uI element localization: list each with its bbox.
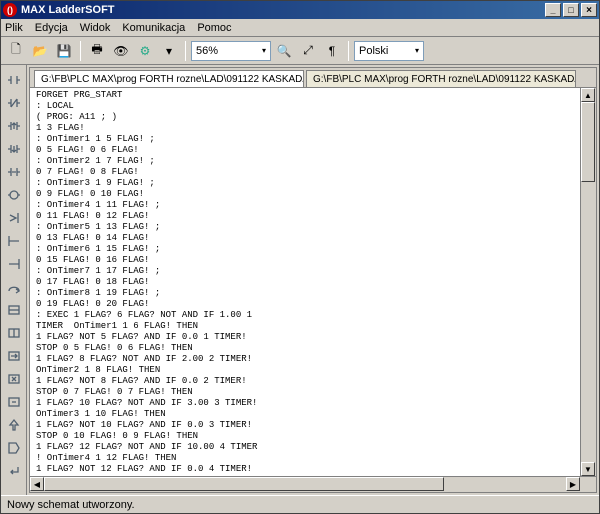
marker-button[interactable]: ¶ (321, 40, 343, 62)
tab-inactive[interactable]: G:\FB\PLC MAX\prog FORTH rozne\LAD\09112… (306, 70, 576, 87)
tool-contact-rise[interactable] (3, 115, 25, 137)
preview-button[interactable]: 👁 (110, 40, 132, 62)
tool-label[interactable] (3, 437, 25, 459)
gear-icon: ⚙ (140, 44, 151, 58)
open-button[interactable]: 📂 (29, 40, 51, 62)
preview-icon: 👁 (113, 44, 128, 58)
dropdown-button[interactable]: ▾ (158, 40, 180, 62)
tool-branch-open[interactable] (3, 230, 25, 252)
scroll-down-button[interactable]: ▼ (581, 462, 595, 476)
menu-view[interactable]: Widok (80, 22, 111, 34)
titlebar: () MAX LadderSOFT _ □ × (1, 1, 599, 19)
tool-shift[interactable] (3, 414, 25, 436)
zoom-fit-button[interactable]: ⤢ (297, 40, 319, 62)
menubar: Plik Edycja Widok Komunikacja Pomoc (1, 19, 599, 37)
settings-button[interactable]: ⚙ (134, 40, 156, 62)
ladder-toolbar (1, 65, 27, 495)
minimize-button[interactable]: _ (545, 3, 561, 17)
separator (348, 41, 349, 61)
tool-logic[interactable] (3, 391, 25, 413)
tool-jump[interactable] (3, 276, 25, 298)
app-icon: () (3, 3, 17, 17)
menu-comm[interactable]: Komunikacja (122, 22, 185, 34)
maximize-button[interactable]: □ (563, 3, 579, 17)
tool-contact-pulse[interactable] (3, 161, 25, 183)
status-text: Nowy schemat utworzony. (7, 499, 135, 511)
horizontal-scrollbar[interactable]: ◀ ▶ (30, 476, 596, 492)
tool-timer[interactable] (3, 299, 25, 321)
tool-contact-nc[interactable] (3, 92, 25, 114)
window-title: MAX LadderSOFT (21, 4, 545, 16)
chevron-down-icon: ▾ (166, 44, 172, 58)
zoom-combo[interactable]: 56% ▾ (191, 41, 271, 61)
separator (80, 41, 81, 61)
print-icon: 🖶 (91, 40, 102, 61)
chevron-down-icon: ▾ (415, 46, 419, 55)
tool-coil[interactable] (3, 184, 25, 206)
tool-return[interactable] (3, 460, 25, 482)
tool-move[interactable] (3, 345, 25, 367)
tool-branch-close[interactable] (3, 253, 25, 275)
statusbar: Nowy schemat utworzony. (1, 495, 599, 513)
tool-counter[interactable] (3, 322, 25, 344)
tab-active[interactable]: G:\FB\PLC MAX\prog FORTH rozne\LAD\09112… (34, 70, 304, 87)
tool-math[interactable] (3, 368, 25, 390)
close-button[interactable]: × (581, 3, 597, 17)
new-button[interactable]: 🗋 (5, 40, 27, 62)
separator (185, 41, 186, 61)
zoom-value: 56% (196, 45, 218, 57)
menu-edit[interactable]: Edycja (35, 22, 68, 34)
tool-contact-fall[interactable] (3, 138, 25, 160)
menu-file[interactable]: Plik (5, 22, 23, 34)
open-icon: 📂 (33, 44, 48, 58)
scroll-up-button[interactable]: ▲ (581, 88, 595, 102)
scroll-right-button[interactable]: ▶ (566, 477, 580, 491)
save-button[interactable]: 💾 (53, 40, 75, 62)
language-combo[interactable]: Polski ▾ (354, 41, 424, 61)
language-value: Polski (359, 45, 388, 57)
new-icon: 🗋 (11, 40, 21, 61)
scroll-thumb[interactable] (581, 102, 595, 182)
vertical-scrollbar[interactable]: ▲ ▼ (580, 88, 596, 476)
tool-contact-no[interactable] (3, 69, 25, 91)
fit-icon: ⤢ (303, 43, 313, 58)
zoom-in-button[interactable]: 🔍 (273, 40, 295, 62)
tool-compare[interactable] (3, 207, 25, 229)
marker-icon: ¶ (329, 44, 335, 58)
search-icon: 🔍 (277, 44, 292, 58)
menu-help[interactable]: Pomoc (197, 22, 231, 34)
scroll-left-button[interactable]: ◀ (30, 477, 44, 491)
code-text: FORGET PRG_START : LOCAL ( PROG: A11 ; )… (30, 88, 596, 476)
toolbar: 🗋 📂 💾 🖶 👁 ⚙ ▾ 56% ▾ 🔍 ⤢ ¶ Polski ▾ (1, 37, 599, 65)
save-icon: 💾 (57, 44, 72, 58)
print-button[interactable]: 🖶 (86, 40, 108, 62)
document-tabs: G:\FB\PLC MAX\prog FORTH rozne\LAD\09112… (30, 68, 596, 88)
code-viewport: FORGET PRG_START : LOCAL ( PROG: A11 ; )… (30, 88, 596, 476)
chevron-down-icon: ▾ (262, 46, 266, 55)
scroll-thumb-h[interactable] (44, 477, 444, 491)
